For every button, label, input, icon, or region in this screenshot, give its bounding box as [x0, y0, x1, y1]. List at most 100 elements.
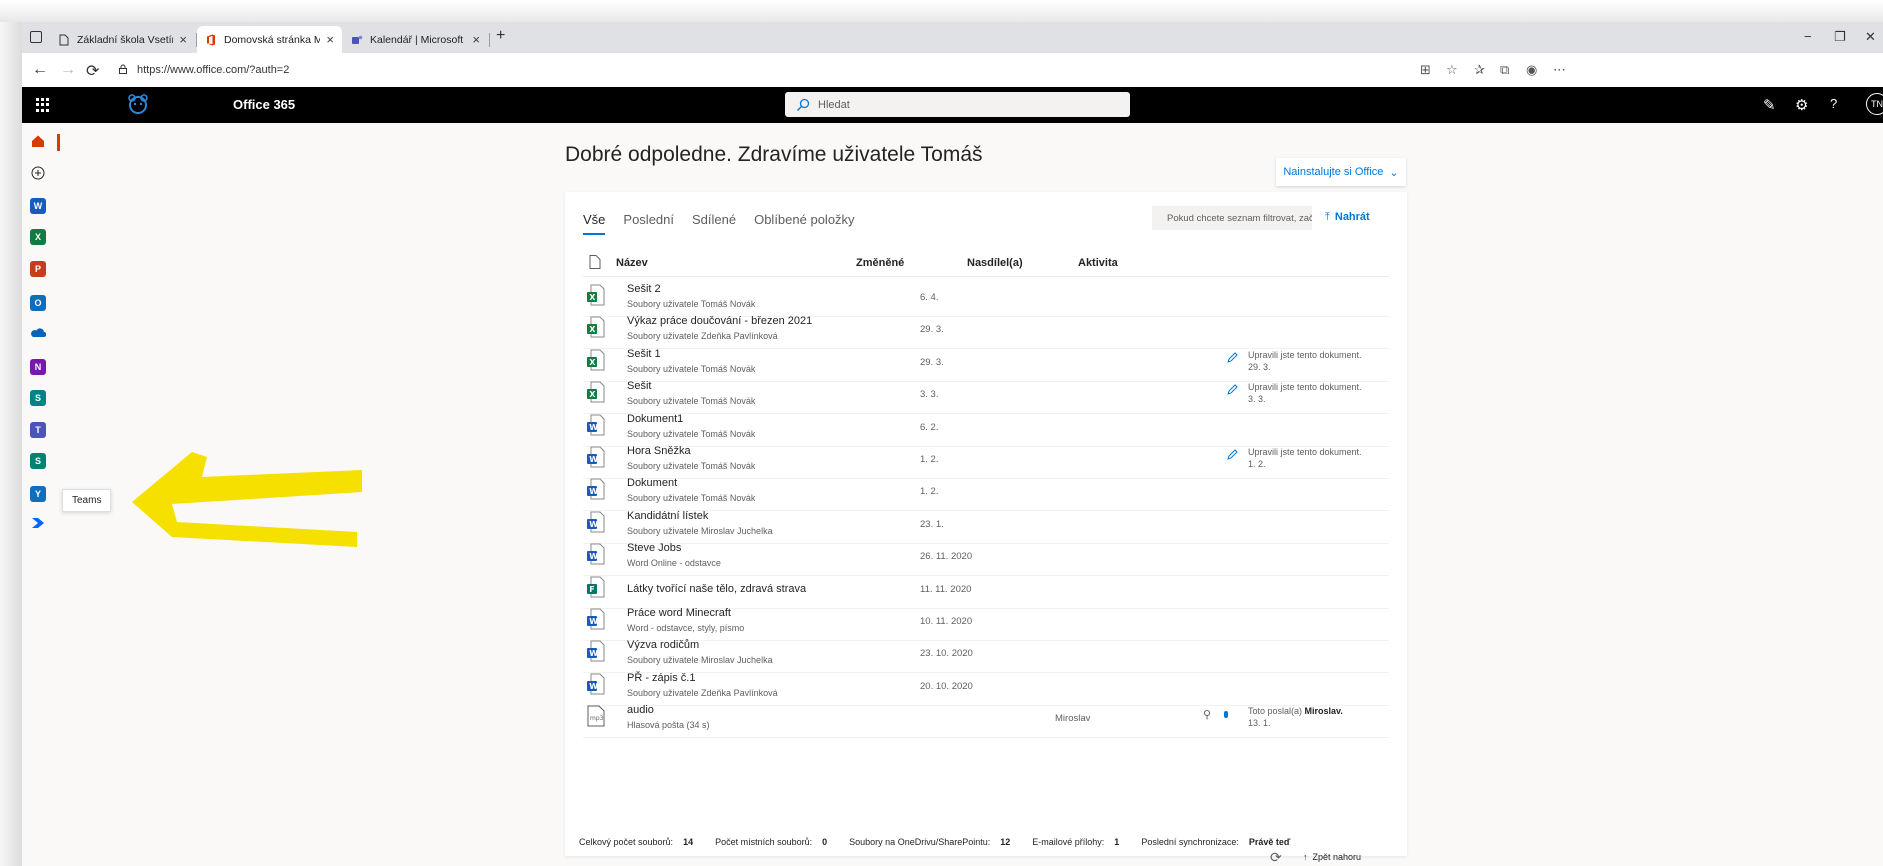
activity-date: 3. 3. [1248, 394, 1266, 405]
back-arrow-icon[interactable]: ← [32, 61, 48, 79]
column-shared-by[interactable]: Nasdílel(a) [967, 257, 1023, 269]
file-type-header-icon[interactable] [589, 255, 601, 269]
up-arrow-icon: ↑ [1303, 852, 1308, 862]
file-name[interactable]: Sešit 2 [627, 283, 661, 295]
rail-item-outlook[interactable]: O [28, 293, 48, 313]
file-row[interactable]: mp3 audio Hlasová pošta (34 s) Miroslav ⚲ Tot… [583, 698, 1389, 739]
search-box[interactable]: Hledat [785, 92, 1130, 117]
tab-office-home[interactable]: Domovská stránka Microsoft Off… × [197, 26, 342, 53]
url-field[interactable]: https://www.office.com/?auth=2 [137, 64, 289, 76]
column-activity[interactable]: Aktivita [1078, 257, 1118, 269]
close-window-button[interactable]: ✕ [1865, 29, 1876, 45]
minimize-button[interactable]: − [1804, 29, 1812, 44]
word-icon: W [30, 198, 46, 214]
tab-actions-icon[interactable] [30, 31, 42, 43]
tab-favorites[interactable]: Oblíbené položky [754, 212, 854, 235]
column-name[interactable]: Název [616, 257, 648, 269]
power-automate-icon [31, 516, 45, 534]
file-name[interactable]: Sešit 1 [627, 348, 661, 360]
my-day-icon[interactable]: ✎ [1763, 96, 1776, 114]
rail-item-home[interactable] [28, 133, 48, 153]
file-name[interactable]: Výkaz práce doučování - březen 2021 [627, 315, 812, 327]
back-to-top-label: Zpět nahoru [1312, 852, 1362, 862]
rail-item-sharepoint[interactable]: S [28, 388, 48, 408]
file-modified-date: 20. 10. 2020 [920, 680, 973, 692]
file-location: Soubory uživatele Tomáš Novák [627, 299, 756, 309]
rail-item-sway[interactable]: S [28, 451, 48, 471]
favorites-icon[interactable]: ✰ [1474, 62, 1485, 78]
tab-all[interactable]: Vše [583, 212, 606, 235]
tab-close-icon[interactable]: × [179, 32, 187, 47]
profile-icon[interactable]: ◉ [1526, 62, 1537, 78]
tab-recent[interactable]: Poslední [623, 212, 674, 235]
file-modified-date: 26. 11. 2020 [920, 551, 973, 563]
file-name[interactable]: PŘ - zápis č.1 [627, 672, 695, 684]
greeting-title: Dobré odpoledne. Zdravíme uživatele Tomá… [565, 143, 983, 166]
file-name[interactable]: Práce word Minecraft [627, 607, 731, 619]
word-file-icon: W [587, 673, 605, 695]
tab-school[interactable]: Základní škola Vsetín, Ohrada 18… × [50, 26, 195, 53]
home-icon [31, 134, 45, 153]
lock-icon[interactable] [118, 64, 128, 74]
file-name[interactable]: Látky tvořící naše tělo, zdravá strava [627, 583, 806, 595]
footer-stats: Celkový počet souborů: 14 Počet místních s… [579, 837, 1312, 847]
collections-icon[interactable]: ⧉ [1500, 62, 1509, 78]
file-activity: Upravili jste tento dokument. 1. 2. [1248, 446, 1398, 470]
excel-file-icon: X [587, 349, 605, 371]
file-name[interactable]: audio [627, 704, 654, 716]
upload-button[interactable]: ⤒ Nahrát [1325, 211, 1370, 224]
avatar[interactable]: TN [1866, 93, 1883, 115]
column-modified[interactable]: Změněné [856, 257, 904, 269]
activity-text: Upravili jste tento dokument. [1248, 349, 1362, 360]
footer-stat-value: 0 [822, 837, 828, 847]
file-location: Soubory uživatele Zdeňka Pavlínková [627, 331, 778, 342]
tab-shared[interactable]: Sdílené [692, 212, 736, 235]
restore-button[interactable]: ❐ [1834, 29, 1846, 45]
screenshot-border-left [0, 22, 22, 866]
teams-icon [352, 35, 363, 44]
help-icon[interactable]: ? [1830, 96, 1837, 111]
file-name[interactable]: Dokument1 [627, 413, 683, 425]
install-office-button[interactable]: Nainstalujte si Office ⌄ [1276, 158, 1406, 186]
rail-item-onedrive[interactable] [28, 325, 48, 345]
settings-gear-icon[interactable]: ⚙ [1795, 96, 1808, 114]
back-to-top-button[interactable]: ↑ Zpět nahoru [1303, 852, 1361, 862]
rail-item-word[interactable]: W [28, 196, 48, 216]
add-favorite-icon[interactable]: ☆ [1446, 62, 1458, 78]
svg-text:X: X [589, 326, 596, 335]
rail-item-powerpoint[interactable]: P [28, 259, 48, 279]
organization-logo-icon[interactable] [126, 94, 150, 116]
rail-item-create[interactable] [28, 165, 48, 185]
file-name[interactable]: Hora Sněžka [627, 445, 691, 457]
filter-input[interactable]: Pokud chcete seznam filtrovat, začně [1152, 206, 1312, 230]
app-launcher-icon[interactable] [36, 98, 50, 112]
file-name[interactable]: Výzva rodičům [627, 639, 699, 651]
new-tab-button[interactable]: + [496, 27, 505, 45]
tab-close-icon[interactable]: × [326, 32, 334, 47]
excel-file-icon: X [587, 316, 605, 338]
activity-text: Toto poslal(a) [1248, 706, 1305, 717]
app-name[interactable]: Office 365 [233, 97, 295, 112]
file-activity: Toto poslal(a) Miroslav. 13. 1. [1248, 705, 1398, 729]
file-name[interactable]: Steve Jobs [627, 542, 681, 554]
word-file-icon: W [587, 446, 605, 468]
activity-date: 29. 3. [1248, 361, 1271, 372]
rail-item-excel[interactable]: X [28, 227, 48, 247]
word-file-icon: W [587, 640, 605, 662]
file-name[interactable]: Dokument [627, 477, 677, 489]
file-name[interactable]: Sešit [627, 380, 651, 392]
file-name[interactable]: Kandidátní lístek [627, 510, 708, 522]
reader-view-icon[interactable]: ⊞ [1420, 62, 1431, 78]
more-icon[interactable]: ⋯ [1553, 62, 1566, 78]
tab-close-icon[interactable]: × [472, 32, 480, 47]
yammer-icon: Y [30, 486, 46, 502]
rail-item-teams[interactable]: T [28, 420, 48, 440]
sharepoint-icon: S [30, 390, 46, 406]
forward-arrow-icon[interactable]: → [60, 61, 76, 79]
rail-item-onenote[interactable]: N [28, 357, 48, 377]
rail-item-yammer[interactable]: Y [28, 484, 48, 504]
tab-teams-calendar[interactable]: Kalendář | Microsoft Teams × [343, 26, 488, 53]
sync-refresh-icon[interactable]: ⟳ [1270, 849, 1282, 866]
refresh-icon[interactable]: ⟳ [86, 61, 99, 81]
rail-item-power-automate[interactable] [28, 515, 48, 535]
